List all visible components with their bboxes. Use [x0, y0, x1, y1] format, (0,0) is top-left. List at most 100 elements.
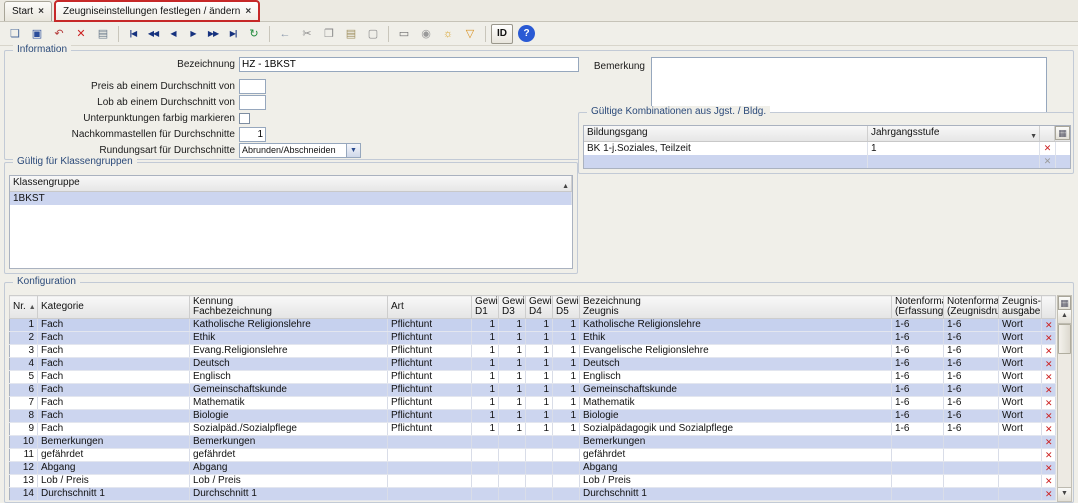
delete-row-button[interactable]: ✕: [1042, 397, 1056, 410]
column-header-d4[interactable]: Gewicht D4: [526, 296, 553, 319]
column-settings-button[interactable]: ▦: [1058, 296, 1071, 310]
delete-row-button[interactable]: ✕: [1042, 332, 1056, 345]
cell-ausgabe: [999, 488, 1042, 501]
scroll-down-icon[interactable]: ▼: [1058, 487, 1071, 501]
save-button[interactable]: ▣: [27, 24, 47, 44]
column-header-kategorie[interactable]: Kategorie: [38, 296, 190, 319]
konfiguration-row[interactable]: 13Lob / PreisLob / PreisLob / Preis✕: [10, 475, 1056, 488]
konfiguration-row[interactable]: 4FachDeutschPflichtunt1111Deutsch1-61-6W…: [10, 358, 1056, 371]
klassengruppe-column-header[interactable]: Klassengruppe ▲: [10, 176, 572, 191]
column-header-art[interactable]: Art: [388, 296, 472, 319]
delete-row-button[interactable]: ✕: [1042, 436, 1056, 449]
help-button[interactable]: ?: [518, 25, 535, 42]
scroll-up-icon[interactable]: ▲: [1058, 310, 1071, 324]
lob-input[interactable]: [239, 95, 266, 110]
konfiguration-row[interactable]: 11gefährdetgefährdetgefährdet✕: [10, 449, 1056, 462]
preis-input[interactable]: [239, 79, 266, 94]
post-edit-button[interactable]: ▤: [93, 24, 113, 44]
delete-row-button[interactable]: ✕: [1042, 449, 1056, 462]
column-header-nr[interactable]: Nr.▲: [10, 296, 38, 319]
tab-start-label: Start: [12, 6, 33, 17]
hint-button[interactable]: ☼: [438, 24, 458, 44]
column-header-d5[interactable]: Gewicht D5: [553, 296, 580, 319]
lob-label: Lob ab einem Durchschnitt von: [5, 95, 235, 110]
klassengruppe-row[interactable]: 1BKST: [10, 192, 572, 205]
delete-row-button[interactable]: ✕: [1040, 142, 1056, 155]
konfiguration-row[interactable]: 1FachKatholische ReligionslehrePflichtun…: [10, 319, 1056, 332]
konfiguration-row[interactable]: 9FachSozialpäd./SozialpflegePflichtunt11…: [10, 423, 1056, 436]
delete-row-button[interactable]: ✕: [1042, 423, 1056, 436]
tab-start[interactable]: Start ×: [4, 1, 52, 21]
delete-row-button[interactable]: ✕: [1042, 384, 1056, 397]
konfiguration-row[interactable]: 12AbgangAbgangAbgang✕: [10, 462, 1056, 475]
konfiguration-row[interactable]: 14Durchschnitt 1Durchschnitt 1Durchschni…: [10, 488, 1056, 501]
select-button[interactable]: ▢: [363, 24, 383, 44]
column-header-d1[interactable]: Gewicht D1: [472, 296, 499, 319]
kombination-row[interactable]: BK 1-j.Soziales, Teilzeit1✕: [584, 142, 1070, 155]
cell-ausgabe: Wort: [999, 410, 1042, 423]
prior-record-button[interactable]: ◀: [164, 24, 182, 44]
scrollbar-thumb[interactable]: [1058, 324, 1071, 354]
delete-row-button[interactable]: ✕: [1042, 475, 1056, 488]
konfiguration-row[interactable]: 2FachEthikPflichtunt1111Ethik1-61-6Wort✕: [10, 332, 1056, 345]
column-header-nf_erf[interactable]: Notenformat (Erfassung): [892, 296, 944, 319]
delete-row-button[interactable]: ✕: [1042, 371, 1056, 384]
konfiguration-row[interactable]: 3FachEvang.ReligionslehrePflichtunt1111E…: [10, 345, 1056, 358]
rundung-combobox[interactable]: Abrunden/Abschneiden ▼: [239, 143, 361, 158]
cancel-changes-button[interactable]: ↶: [49, 24, 69, 44]
delete-row-button[interactable]: ✕: [1042, 358, 1056, 371]
paste-button[interactable]: ▤: [341, 24, 361, 44]
next-record-button[interactable]: ▶: [184, 24, 202, 44]
cut-button[interactable]: ✂: [297, 24, 317, 44]
column-header-kennung[interactable]: Kennung Fachbezeichnung: [190, 296, 388, 319]
cell-d3: [499, 488, 526, 501]
back-button[interactable]: ←: [275, 24, 295, 44]
bezeichnung-input[interactable]: [239, 57, 579, 72]
print-button[interactable]: ▭: [394, 24, 414, 44]
cell-nf_druck: [944, 462, 999, 475]
first-record-button[interactable]: |◀: [124, 24, 142, 44]
kombination-row[interactable]: ✕: [584, 155, 1070, 168]
column-header-zeugnis[interactable]: Bezeichnung Zeugnis: [580, 296, 892, 319]
filter-button[interactable]: ▽: [460, 24, 480, 44]
konfiguration-row[interactable]: 7FachMathematikPflichtunt1111Mathematik1…: [10, 397, 1056, 410]
column-header-nf_druck[interactable]: Notenformat (Zeugnisdruck): [944, 296, 999, 319]
cell-d1: 1: [472, 332, 499, 345]
delete-row-button[interactable]: ✕: [1042, 462, 1056, 475]
filter-dropdown-icon[interactable]: ▼: [1030, 130, 1037, 141]
fast-rewind-button[interactable]: ◀◀: [144, 24, 162, 44]
tab-start-close-icon[interactable]: ×: [38, 6, 44, 17]
column-settings-button[interactable]: ▦: [1055, 126, 1070, 140]
column-header-d3[interactable]: Gewicht D3: [499, 296, 526, 319]
unterpunktungen-checkbox[interactable]: [239, 113, 250, 124]
cell-d5: 1: [553, 358, 580, 371]
delete-row-button[interactable]: ✕: [1040, 155, 1056, 168]
tab-zeugniseinstellungen-close-icon[interactable]: ×: [245, 6, 251, 17]
last-record-button[interactable]: ▶|: [224, 24, 242, 44]
preview-button[interactable]: ◉: [416, 24, 436, 44]
konfiguration-row[interactable]: 6FachGemeinschaftskundePflichtunt1111Gem…: [10, 384, 1056, 397]
insert-record-button[interactable]: ❏: [5, 24, 25, 44]
delete-row-button[interactable]: ✕: [1042, 410, 1056, 423]
delete-record-button[interactable]: ✕: [71, 24, 91, 44]
copy-button[interactable]: ❐: [319, 24, 339, 44]
combo-dropdown-icon[interactable]: ▼: [346, 144, 360, 157]
column-header-ausgabe[interactable]: Zeugnis- ausgabe: [999, 296, 1042, 319]
konfiguration-row[interactable]: 8FachBiologiePflichtunt1111Biologie1-61-…: [10, 410, 1056, 423]
cell-ausgabe: [999, 475, 1042, 488]
rundung-value: Abrunden/Abschneiden: [242, 145, 336, 155]
nachkomma-input[interactable]: [239, 127, 266, 142]
tab-zeugniseinstellungen[interactable]: Zeugniseinstellungen festlegen / ändern …: [55, 1, 259, 21]
delete-row-button[interactable]: ✕: [1042, 488, 1056, 501]
konfiguration-row[interactable]: 5FachEnglischPflichtunt1111Englisch1-61-…: [10, 371, 1056, 384]
fast-forward-button[interactable]: ▶▶: [204, 24, 222, 44]
jahrgangsstufe-column-header[interactable]: Jahrgangsstufe ▼: [868, 126, 1040, 141]
delete-row-button[interactable]: ✕: [1042, 345, 1056, 358]
delete-row-button[interactable]: ✕: [1042, 319, 1056, 332]
bildungsgang-column-header[interactable]: Bildungsgang: [584, 126, 868, 141]
konfiguration-scrollbar[interactable]: ▦ ▲ ▼: [1057, 295, 1072, 502]
id-button[interactable]: ID: [491, 24, 513, 44]
konfiguration-row[interactable]: 10BemerkungenBemerkungenBemerkungen✕: [10, 436, 1056, 449]
refresh-button[interactable]: ↻: [244, 24, 264, 44]
cell-zeugnis: Durchschnitt 1: [580, 488, 892, 501]
